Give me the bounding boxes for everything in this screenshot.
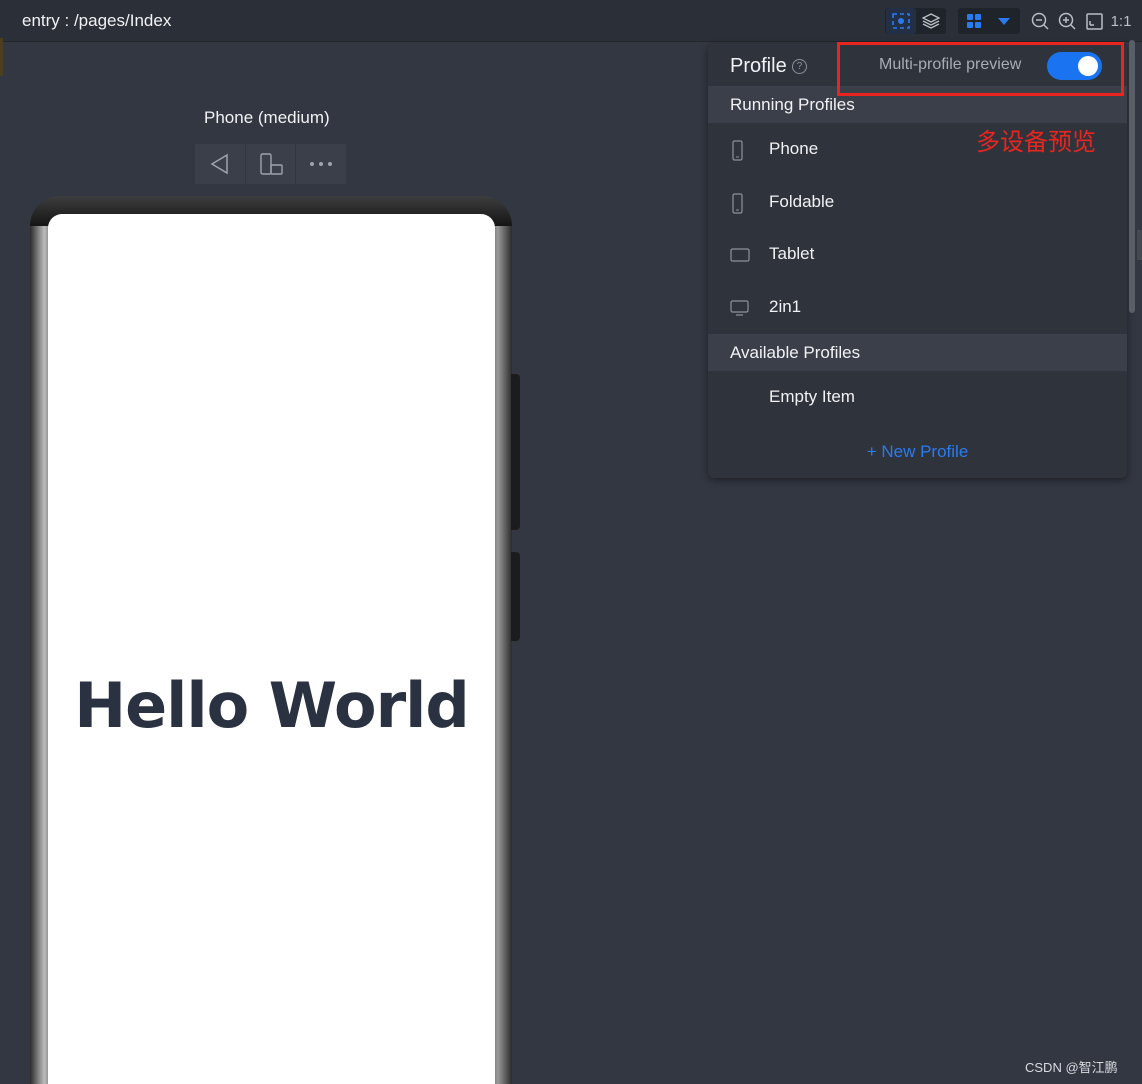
phone-volume-button: [511, 374, 520, 530]
edge-scroll-marker: [1137, 230, 1142, 260]
foldable-icon: [730, 193, 744, 220]
actual-size-button[interactable]: 1:1: [1110, 8, 1132, 34]
dropdown-arrow-icon[interactable]: [989, 8, 1019, 34]
layout-mode-group: [958, 8, 1020, 34]
page-path-title: entry : /pages/Index: [22, 11, 172, 30]
profile-item-label: Phone: [769, 139, 819, 158]
phone-icon: [730, 140, 744, 167]
panel-scrollbar[interactable]: [1129, 40, 1135, 313]
profile-title: Profile: [730, 55, 787, 77]
phone-frame: Hello World: [30, 196, 512, 1084]
layers-icon[interactable]: [916, 8, 946, 34]
view-mode-group: [885, 8, 946, 34]
top-toolbar: entry : /pages/Index 1:1: [0, 0, 1142, 42]
more-icon[interactable]: [296, 144, 347, 184]
profile-item-tablet[interactable]: Tablet: [708, 229, 1127, 279]
profile-item-empty[interactable]: Empty Item: [708, 372, 1127, 422]
device-label: Phone (medium): [204, 108, 330, 127]
zoom-out-icon[interactable]: [1030, 8, 1050, 34]
profile-item-label: Foldable: [769, 192, 835, 211]
back-icon[interactable]: [195, 144, 245, 184]
profile-item-foldable[interactable]: Foldable: [708, 177, 1127, 227]
profile-item-2in1[interactable]: 2in1: [708, 282, 1127, 332]
profile-item-label: Tablet: [769, 244, 815, 263]
fit-screen-icon[interactable]: [1084, 8, 1104, 34]
highlight-box: [837, 42, 1124, 96]
help-icon[interactable]: ?: [792, 59, 807, 74]
annotation-text: 多设备预览: [976, 128, 1096, 156]
rotate-device-icon[interactable]: [245, 144, 296, 184]
inspector-icon[interactable]: [885, 8, 916, 34]
profile-item-label: Empty Item: [769, 387, 855, 406]
device-toolbar: [195, 144, 347, 184]
phone-screen[interactable]: Hello World: [48, 214, 495, 1084]
available-profiles-header: Available Profiles: [708, 334, 1127, 371]
profile-item-label: 2in1: [769, 297, 802, 316]
watermark: CSDN @智江鹏: [1025, 1060, 1118, 1075]
grid-icon[interactable]: [959, 8, 989, 34]
zoom-in-icon[interactable]: [1057, 8, 1077, 34]
tablet-icon: [730, 248, 750, 267]
new-profile-button[interactable]: + New Profile: [708, 442, 1127, 462]
profile-panel: Profile ? Multi-profile preview Running …: [708, 44, 1127, 478]
hello-world-text: Hello World: [74, 669, 470, 742]
edge-marker: [0, 38, 3, 76]
monitor-icon: [730, 300, 750, 321]
phone-power-button: [511, 552, 520, 641]
